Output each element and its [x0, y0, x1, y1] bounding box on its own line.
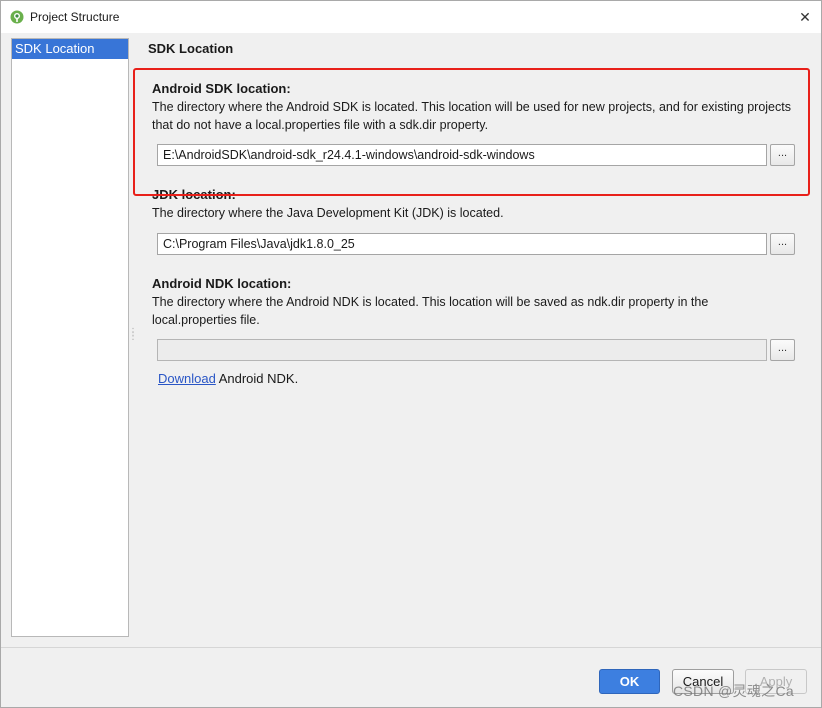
android-sdk-title: Android SDK location:: [152, 81, 291, 96]
android-sdk-browse-button[interactable]: ...: [770, 144, 795, 166]
android-ndk-title: Android NDK location:: [152, 276, 292, 291]
android-studio-icon: [10, 10, 24, 24]
download-ndk-row: Download Android NDK.: [158, 371, 298, 386]
close-button[interactable]: ✕: [789, 1, 821, 33]
sidebar-item-sdk-location[interactable]: SDK Location: [12, 39, 128, 59]
sidebar: SDK Location: [11, 38, 129, 637]
android-ndk-path-input[interactable]: [157, 339, 767, 361]
jdk-title: JDK location:: [152, 187, 236, 202]
page-title: SDK Location: [148, 41, 234, 56]
project-structure-dialog: Project Structure ✕ SDK Location ⋮ ⋮ SDK …: [0, 0, 822, 708]
sidebar-item-label: SDK Location: [15, 41, 95, 56]
android-ndk-description: The directory where the Android NDK is l…: [152, 295, 709, 327]
jdk-description: The directory where the Java Development…: [152, 206, 504, 220]
footer-divider: [1, 647, 821, 648]
apply-button[interactable]: Apply: [745, 669, 807, 694]
splitter-handle[interactable]: ⋮ ⋮: [128, 328, 138, 345]
download-ndk-link[interactable]: Download: [158, 371, 216, 386]
jdk-path-input[interactable]: [157, 233, 767, 255]
android-ndk-browse-button[interactable]: ...: [770, 339, 795, 361]
window-title: Project Structure: [30, 10, 120, 24]
close-icon: ✕: [799, 8, 811, 25]
download-ndk-suffix: Android NDK.: [215, 371, 299, 386]
ok-button[interactable]: OK: [599, 669, 660, 694]
android-sdk-description: The directory where the Android SDK is l…: [152, 100, 791, 132]
android-sdk-path-input[interactable]: [157, 144, 767, 166]
cancel-button[interactable]: Cancel: [672, 669, 734, 694]
title-bar: Project Structure ✕: [1, 1, 821, 33]
jdk-browse-button[interactable]: ...: [770, 233, 795, 255]
